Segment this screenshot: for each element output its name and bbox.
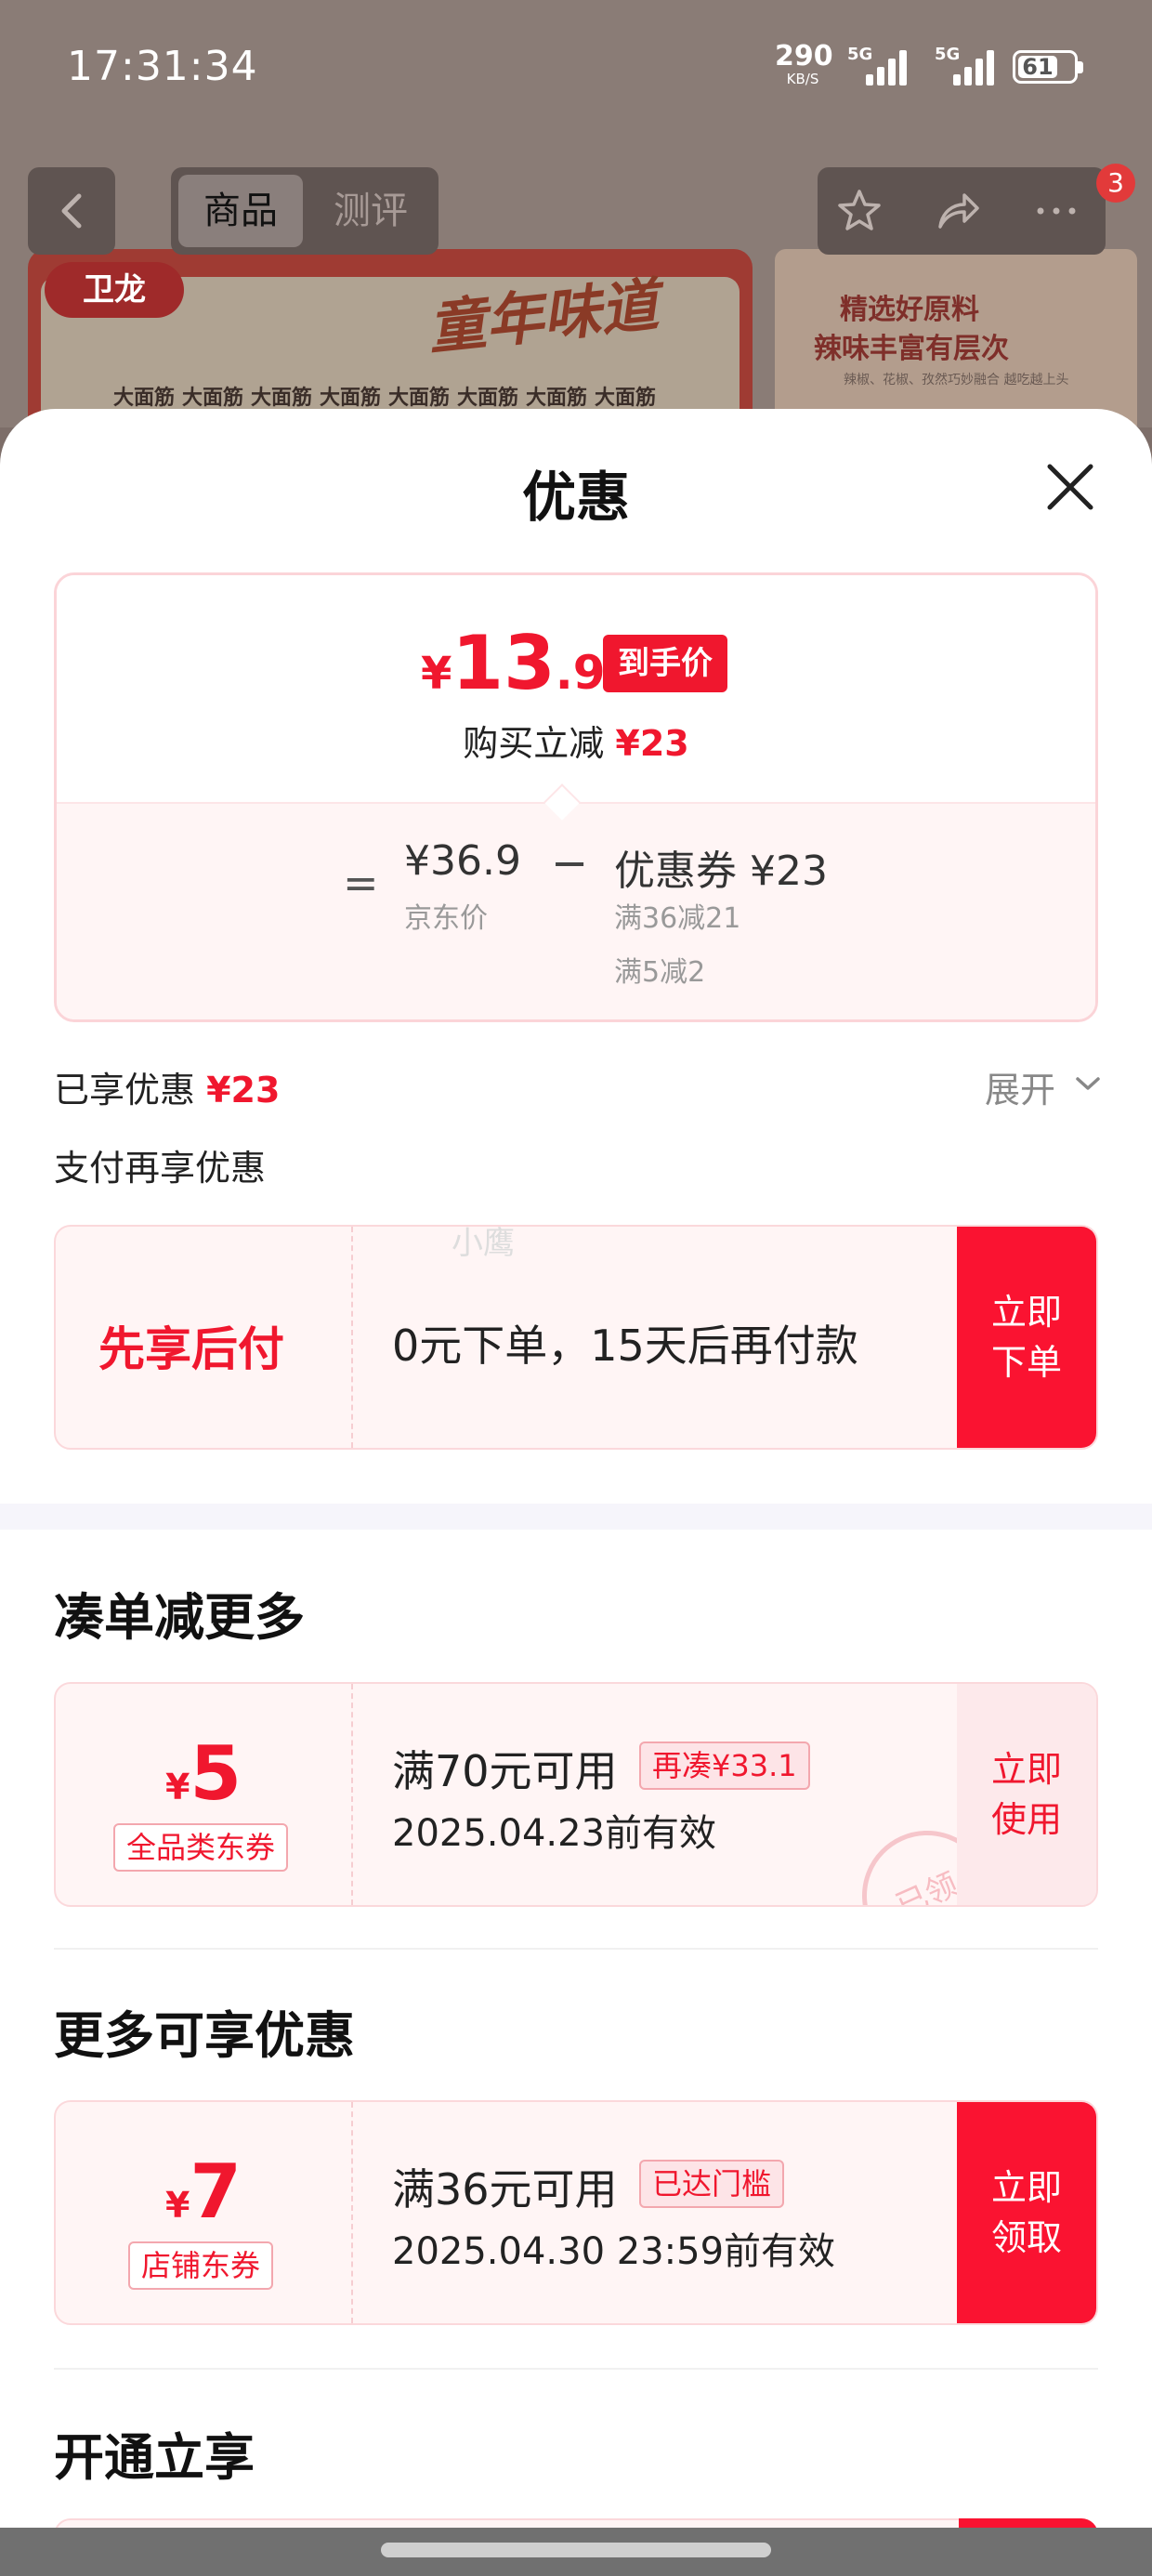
signal-sim1-icon: 5G — [847, 45, 914, 85]
close-icon[interactable] — [1041, 457, 1100, 517]
final-price-tag: 到手价 — [603, 635, 727, 692]
tab-review[interactable]: 测评 — [308, 175, 433, 247]
bnpl-title: 先享后付 — [98, 1322, 284, 1376]
chevron-left-icon — [61, 193, 82, 229]
battery-icon: 61 — [1013, 50, 1083, 84]
coupon-amount: ¥7 — [164, 2149, 242, 2235]
status-bar: 17:31:34 290 KB/S 5G 5G 61 — [0, 0, 1152, 139]
banner-product-name: 大面筋 — [388, 387, 451, 410]
divider — [54, 2368, 1098, 2370]
bnpl-card: 先享后付 0元下单，15天后再付款 立即下单 — [54, 1225, 1098, 1450]
product-feature-banner: 精选好原料 辣味丰富有层次 辣椒、花椒、孜然巧妙融合 越吃越上头 — [775, 249, 1137, 435]
coupon-tag: 再凑¥33.1 — [639, 1741, 810, 1790]
chevron-down-icon — [1076, 1077, 1100, 1090]
equals-sign: = — [343, 858, 379, 908]
home-indicator[interactable] — [381, 2543, 771, 2557]
coupon-total: 优惠券 ¥23 — [614, 848, 828, 895]
tab-goods[interactable]: 商品 — [178, 175, 303, 247]
coupon-type: 店铺东券 — [128, 2241, 274, 2290]
banner-product-name: 大面筋 — [182, 387, 244, 410]
watermark: 小鹰 — [452, 1225, 515, 1262]
coupon-type: 全品类东券 — [113, 1823, 289, 1872]
section-title-open: 开通立享 — [54, 2428, 255, 2487]
jd-price-label: 京东价 — [404, 902, 488, 935]
section-title-more: 更多可享优惠 — [54, 2006, 355, 2065]
signal-sim2-icon: 5G — [935, 45, 1001, 85]
feature-line-1: 精选好原料 — [840, 294, 979, 326]
use-now-button[interactable]: 立即使用 — [957, 1684, 1096, 1905]
bnpl-description: 0元下单，15天后再付款 — [392, 1321, 858, 1371]
brand-logo: 卫龙 — [45, 262, 184, 318]
price-summary-card: ¥13.9 到手价 购买立减 ¥23 = ¥36.9 京东价 − 优惠券 ¥23… — [54, 572, 1098, 1022]
discount-sheet: 优惠 ¥13.9 到手价 购买立减 ¥23 = ¥36.9 京东价 − 优惠券 … — [0, 409, 1152, 2557]
more-menu-icon[interactable] — [1033, 188, 1080, 234]
purchase-reduction: 购买立减 ¥23 — [463, 723, 689, 764]
order-now-button[interactable]: 立即下单 — [957, 1227, 1096, 1448]
gesture-bar — [0, 2528, 1152, 2576]
notification-badge: 3 — [1096, 164, 1135, 203]
product-actions — [818, 167, 1106, 255]
coupon-condition: 满70元可用 — [392, 1746, 618, 1796]
product-tabs: 商品 测评 — [171, 167, 439, 255]
feature-line-3: 辣椒、花椒、孜然巧妙融合 越吃越上头 — [844, 373, 1069, 388]
sheet-title: 优惠 — [521, 466, 630, 529]
section-separator — [0, 1504, 1152, 1530]
banner-product-name: 大面筋 — [595, 387, 657, 410]
status-time: 17:31:34 — [67, 43, 258, 90]
claim-now-button[interactable]: 立即领取 — [957, 2102, 1096, 2323]
coupon-validity: 2025.04.23前有效 — [392, 1812, 717, 1855]
coupon-condition: 满36元可用 — [392, 2164, 618, 2215]
banner-product-name: 大面筋 — [320, 387, 382, 410]
banner-product-name: 大面筋 — [251, 387, 313, 410]
expand-button[interactable]: 展开 — [985, 1061, 1100, 1112]
banner-product-name: 大面筋 — [457, 387, 519, 410]
divider — [54, 1948, 1098, 1950]
coupon-card-bundle: ¥5 全品类东券 满70元可用 再凑¥33.1 2025.04.23前有效 已领… — [54, 1682, 1098, 1907]
banner-product-name: 大面筋 — [113, 387, 176, 410]
jd-price: ¥36.9 — [404, 837, 521, 885]
coupon-rule: 满36减21 — [614, 902, 741, 935]
star-favorite-icon[interactable] — [836, 188, 883, 234]
coupon-rule: 满5减2 — [614, 956, 706, 989]
coupon-validity: 2025.04.30 23:59前有效 — [392, 2230, 836, 2273]
pay-more-label: 支付再享优惠 — [54, 1148, 267, 1189]
coupon-card-store: ¥7 店铺东券 满36元可用 已达门槛 2025.04.30 23:59前有效 … — [54, 2100, 1098, 2325]
network-speed: 290 KB/S — [775, 40, 833, 87]
coupon-amount: ¥5 — [164, 1730, 242, 1817]
share-icon[interactable] — [935, 188, 981, 234]
minus-sign: − — [551, 837, 589, 889]
enjoyed-discount: 已享优惠 ¥23 — [54, 1070, 281, 1111]
coupon-tag: 已达门槛 — [639, 2160, 785, 2208]
feature-line-2: 辣味丰富有层次 — [814, 333, 1009, 365]
banner-product-name: 大面筋 — [526, 387, 588, 410]
back-button[interactable] — [28, 167, 115, 255]
final-price: ¥13.9 — [421, 620, 606, 706]
section-title-bundle: 凑单减更多 — [54, 1588, 305, 1647]
